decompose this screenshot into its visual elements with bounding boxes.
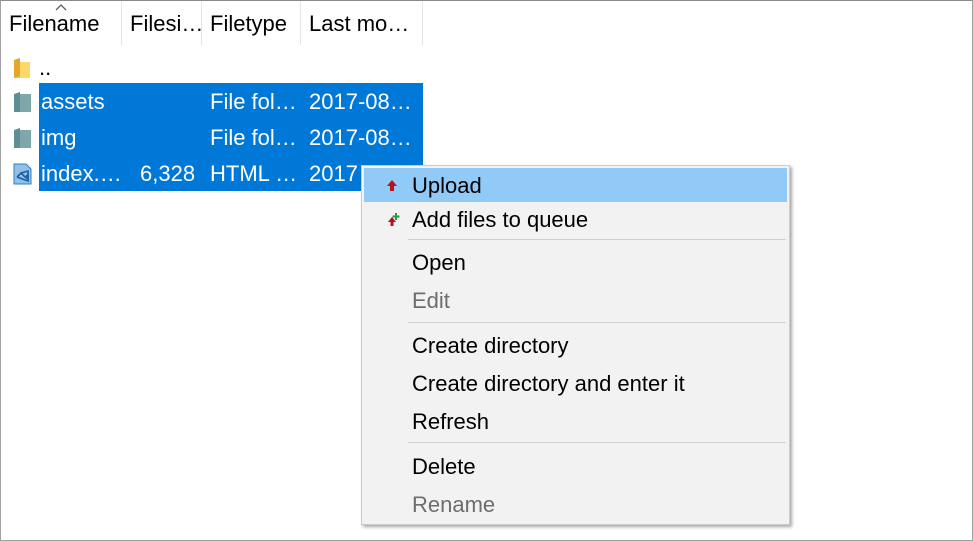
- menu-item-label: Open: [412, 250, 466, 275]
- menu-item-label: Delete: [412, 454, 476, 479]
- remote-file-list-pane: Filename Filesi… Filetype Last mo… .. as…: [0, 0, 973, 541]
- folder-icon: [14, 58, 30, 78]
- menu-item-create-directory[interactable]: Create directory: [364, 328, 787, 362]
- upload-arrow-icon: [387, 180, 397, 191]
- column-header-last-modified[interactable]: Last mo…: [301, 1, 423, 45]
- menu-item-label: Refresh: [412, 409, 490, 434]
- column-header-filesize[interactable]: Filesi…: [122, 1, 202, 45]
- column-header-row: Filename Filesi… Filetype Last mo…: [1, 1, 423, 45]
- menu-item-open[interactable]: Open: [364, 245, 787, 279]
- menu-item-label: Create directory and enter it: [412, 371, 685, 396]
- column-header-label: Filetype: [210, 11, 288, 36]
- menu-separator: [408, 442, 786, 443]
- menu-item-add-files-to-queue[interactable]: Add files to queue: [364, 202, 787, 236]
- filename-cell: assets: [41, 89, 105, 114]
- menu-separator: [408, 239, 786, 240]
- column-header-label: Filename: [9, 11, 100, 36]
- filename-cell: img: [41, 125, 77, 150]
- last-modified-cell: 2017-08…: [309, 89, 412, 114]
- table-row-parent-directory[interactable]: ..: [1, 49, 423, 85]
- table-row-index-html[interactable]: index.… 6,328 HTML … 2017: [1, 155, 423, 191]
- filename-cell: ..: [39, 55, 52, 80]
- folder-icon: [14, 92, 31, 112]
- last-modified-cell: 2017: [309, 161, 358, 186]
- add-to-queue-icon: [388, 213, 400, 226]
- menu-separator: [408, 322, 786, 323]
- sort-ascending-icon: [55, 4, 67, 11]
- column-header-label: Filesi…: [130, 11, 202, 36]
- table-row-img[interactable]: img File fol… 2017-08…: [1, 119, 423, 155]
- vscode-file-icon: [13, 163, 32, 185]
- filetype-cell: HTML …: [210, 161, 298, 186]
- menu-item-upload[interactable]: Upload: [364, 168, 787, 202]
- menu-item-label: Rename: [412, 492, 496, 517]
- menu-item-refresh[interactable]: Refresh: [364, 404, 787, 438]
- filetype-cell: File fol…: [210, 125, 297, 150]
- menu-item-label: Create directory: [412, 333, 569, 358]
- menu-item-label: Edit: [412, 288, 450, 313]
- column-header-label: Last mo…: [309, 11, 410, 36]
- column-header-filename[interactable]: Filename: [1, 1, 122, 45]
- folder-icon: [14, 128, 31, 148]
- last-modified-cell: 2017-08…: [309, 125, 412, 150]
- context-menu: Upload Add files to queue Open Edit Crea…: [361, 165, 790, 525]
- menu-item-rename[interactable]: Rename: [364, 487, 787, 521]
- filesize-cell: 6,328: [140, 161, 196, 186]
- menu-item-label: Upload: [412, 173, 482, 198]
- menu-item-delete[interactable]: Delete: [364, 449, 787, 483]
- table-row-assets[interactable]: assets File fol… 2017-08…: [1, 83, 423, 119]
- menu-item-create-directory-and-enter[interactable]: Create directory and enter it: [364, 366, 787, 400]
- menu-item-label: Add files to queue: [412, 207, 589, 232]
- menu-item-edit[interactable]: Edit: [364, 283, 787, 317]
- column-header-filetype[interactable]: Filetype: [202, 1, 301, 45]
- filename-cell: index.…: [41, 161, 122, 186]
- filetype-cell: File fol…: [210, 89, 297, 114]
